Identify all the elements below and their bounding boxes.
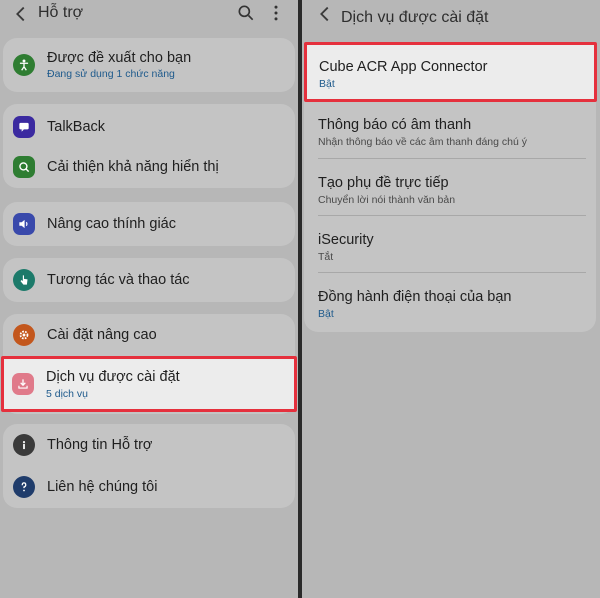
item-title: Được đề xuất cho bạn [47, 50, 192, 66]
list-item-phone-companion[interactable]: Đồng hành điện thoại của bạn Bật [304, 272, 596, 330]
list-item-recommended[interactable]: Được đề xuất cho bạn Đang sử dụng 1 chức… [3, 38, 295, 92]
list-item-advanced-settings[interactable]: Cài đặt nâng cao [3, 314, 295, 356]
item-title: Đồng hành điện thoại của bạn [318, 289, 512, 305]
page-title: Hỗ trợ [38, 4, 84, 21]
list-item-about[interactable]: Thông tin Hỗ trợ [3, 424, 295, 466]
item-title: Dịch vụ được cài đặt [46, 369, 180, 385]
item-title: Liên hệ chúng tôi [47, 479, 158, 495]
card-recommended: Được đề xuất cho bạn Đang sử dụng 1 chức… [3, 38, 295, 92]
back-arrow-icon [16, 6, 25, 22]
list-item-sound-notifications[interactable]: Thông báo có âm thanh Nhận thông báo về … [304, 98, 596, 156]
more-vert-icon [274, 5, 278, 21]
card-about: Thông tin Hỗ trợ Liên hệ chúng tôi [3, 424, 295, 508]
more-options-button[interactable] [266, 3, 286, 23]
item-title: Cài đặt nâng cao [47, 327, 157, 343]
item-subtitle: Bật [318, 308, 334, 320]
item-subtitle: Bật [319, 78, 335, 90]
list-item-isecurity[interactable]: iSecurity Tắt [304, 215, 596, 271]
item-title: Cải thiện khả năng hiển thị [47, 159, 219, 175]
hearing-icon [13, 213, 35, 235]
card-hearing: Nâng cao thính giác [3, 202, 295, 246]
list-item-hearing[interactable]: Nâng cao thính giác [3, 202, 295, 246]
item-title: iSecurity [318, 232, 374, 248]
list-item-interaction[interactable]: Tương tác và thao tác [3, 258, 295, 302]
list-item-cube-acr[interactable]: Cube ACR App Connector Bật [304, 42, 597, 102]
item-title: Thông báo có âm thanh [318, 117, 472, 133]
item-title: Thông tin Hỗ trợ [47, 437, 153, 453]
item-subtitle: Chuyển lời nói thành văn bản [318, 194, 456, 206]
item-title: TalkBack [47, 119, 106, 135]
download-icon [12, 373, 34, 395]
item-subtitle: Tắt [318, 251, 334, 263]
visibility-icon [13, 156, 35, 178]
item-subtitle: 5 dịch vụ [46, 388, 89, 400]
back-arrow-icon [320, 6, 329, 22]
back-button[interactable] [314, 3, 336, 25]
app-bar: Hỗ trợ [0, 0, 298, 30]
card-interaction: Tương tác và thao tác [3, 258, 295, 302]
installed-services-screen: Dịch vụ được cài đặt Thông báo có âm tha… [302, 0, 600, 598]
item-title: Tương tác và thao tác [47, 272, 190, 288]
app-bar: Dịch vụ được cài đặt [302, 0, 600, 30]
search-button[interactable] [236, 3, 256, 23]
card-vision: TalkBack Cải thiện khả năng hiển thị [3, 104, 295, 188]
talkback-icon [13, 116, 35, 138]
item-title: Nâng cao thính giác [47, 216, 176, 232]
touch-icon [13, 269, 35, 291]
accessibility-icon [13, 54, 35, 76]
accessibility-screen: Hỗ trợ Được đề xuất cho bạn Đang sử dụng… [0, 0, 298, 598]
help-icon [13, 476, 35, 498]
list-item-installed-services[interactable]: Dịch vụ được cài đặt 5 dịch vụ [1, 356, 297, 412]
list-item-visibility[interactable]: Cải thiện khả năng hiển thị [3, 146, 295, 188]
item-title: Tạo phụ đề trực tiếp [318, 175, 449, 191]
item-subtitle: Nhận thông báo về các âm thanh đáng chú … [318, 136, 527, 148]
list-item-live-caption[interactable]: Tạo phụ đề trực tiếp Chuyển lời nói thàn… [304, 158, 596, 214]
back-button[interactable] [10, 3, 32, 25]
list-item-talkback[interactable]: TalkBack [3, 104, 295, 146]
search-icon [238, 5, 254, 21]
item-subtitle: Đang sử dụng 1 chức năng [47, 68, 175, 80]
page-title: Dịch vụ được cài đặt [341, 9, 489, 26]
list-item-contact[interactable]: Liên hệ chúng tôi [3, 466, 295, 508]
gear-icon [13, 324, 35, 346]
info-icon [13, 434, 35, 456]
item-title: Cube ACR App Connector [319, 59, 488, 75]
